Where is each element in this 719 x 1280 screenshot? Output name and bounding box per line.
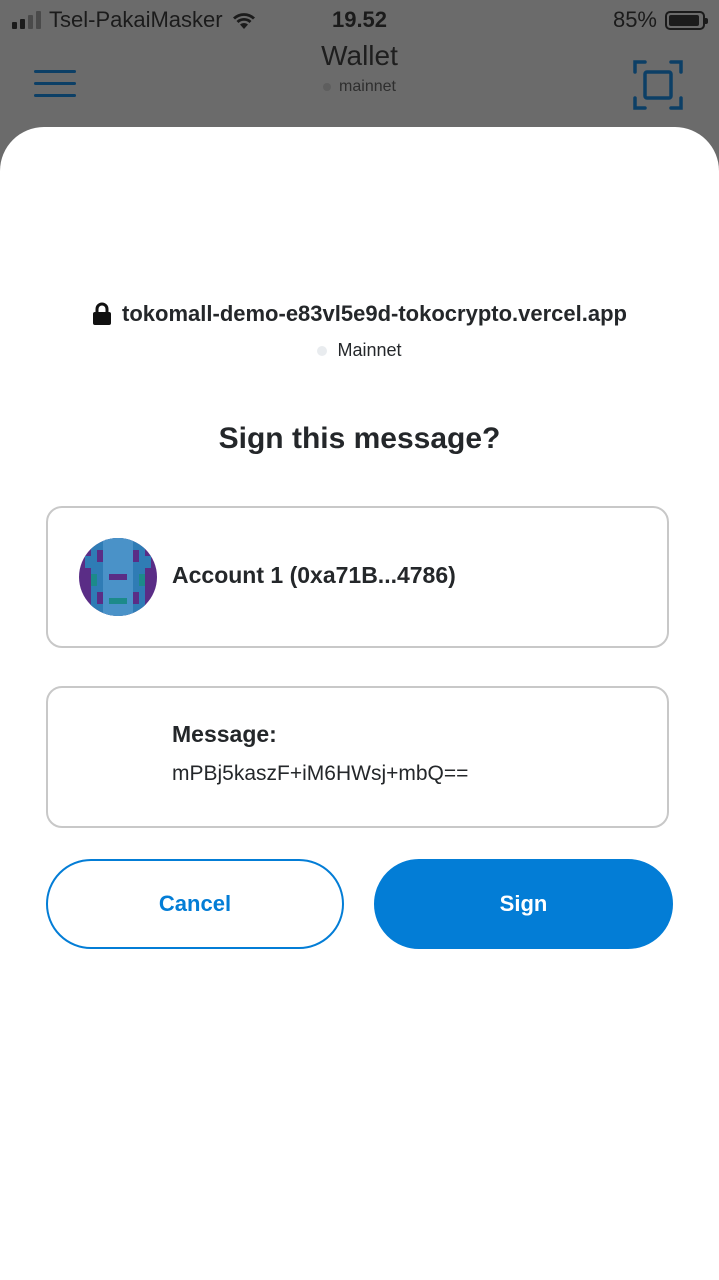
status-right: 85% [612, 7, 708, 33]
dapp-origin: tokomall-demo-e83vl5e9d-tokocrypto.verce… [0, 301, 719, 327]
battery-percent: 85% [612, 7, 657, 32]
scan-qr-icon[interactable] [633, 60, 683, 110]
signature-request-sheet: tokomall-demo-e83vl5e9d-tokocrypto.verce… [0, 127, 719, 1280]
page-title: Sign this message? [218, 422, 501, 455]
message-card: Message: mPBj5kaszF+iM6HWsj+mbQ== [46, 686, 669, 828]
dapp-url: tokomall-demo-e83vl5e9d-tokocrypto.verce… [122, 301, 627, 326]
account-name: Account 1 (0xa71B...4786) [172, 562, 456, 588]
account-avatar [79, 538, 157, 616]
nav-network: mainnet [0, 78, 719, 96]
lock-icon [93, 302, 112, 325]
battery-icon [665, 10, 708, 30]
network-indicator: Mainnet [0, 340, 719, 361]
message-label: Message: [172, 721, 277, 747]
status-bar: Tsel-PakaiMasker 19.52 85% [0, 0, 719, 40]
nav-title: Wallet [321, 40, 398, 71]
network-dot-icon [317, 345, 328, 356]
network-dot-icon [323, 83, 332, 91]
network-name: Mainnet [337, 340, 402, 360]
message-value: mPBj5kaszF+iM6HWsj+mbQ== [172, 762, 469, 785]
account-card[interactable]: Account 1 (0xa71B...4786) [46, 506, 669, 648]
background-app: Tsel-PakaiMasker 19.52 85% Wallet mainne… [0, 0, 719, 140]
status-time: 19.52 [331, 7, 388, 32]
cancel-button[interactable]: Cancel [46, 859, 344, 949]
sign-button[interactable]: Sign [374, 859, 673, 949]
nav-network-label: mainnet [339, 78, 396, 95]
